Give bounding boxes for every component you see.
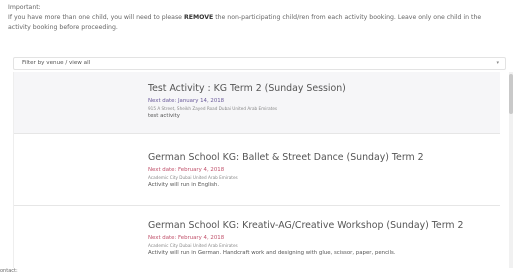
activity-title[interactable]: German School KG: Kreativ-AG/Creative Wo… xyxy=(148,220,463,231)
booking-notice: Important: If you have more than one chi… xyxy=(8,3,513,33)
activity-address: 915 A Street, Sheikh Zayed Road Dubai Un… xyxy=(148,106,278,111)
notice-line-1: If you have more than one child, you wil… xyxy=(8,13,513,23)
activity-list-scrollbar[interactable] xyxy=(509,72,513,268)
notice-line-1-prefix: If you have more than one child, you wil… xyxy=(8,14,182,21)
activity-item[interactable]: German School KG: Kreativ-AG/Creative Wo… xyxy=(14,206,500,268)
venue-filter-select[interactable]: Filter by venue / view all ▾ xyxy=(13,57,506,70)
activity-description: Activity will run in English. xyxy=(148,182,220,188)
venue-filter-value: Filter by venue / view all xyxy=(22,60,91,66)
notice-line-1-suffix: the non-participating child/ren from eac… xyxy=(215,14,482,21)
scrollbar-thumb[interactable] xyxy=(509,74,513,114)
activity-next-date: Next date: February 4, 2018 xyxy=(148,235,225,241)
notice-remove-emphasis: REMOVE xyxy=(183,14,214,21)
activity-address: Academic City Dubai United Arab Emirates xyxy=(148,175,238,180)
contact-label: ontact: xyxy=(0,268,18,274)
activity-title[interactable]: German School KG: Ballet & Street Dance … xyxy=(148,152,424,163)
chevron-down-icon: ▾ xyxy=(496,60,499,66)
notice-heading: Important: xyxy=(8,4,41,11)
activity-address: Academic City Dubai United Arab Emirates xyxy=(148,243,238,248)
activity-description: test activity xyxy=(148,113,180,119)
activity-list: Test Activity : KG Term 2 (Sunday Sessio… xyxy=(13,72,506,268)
activity-next-date: Next date: February 4, 2018 xyxy=(148,167,225,173)
activity-item[interactable]: Test Activity : KG Term 2 (Sunday Sessio… xyxy=(14,72,500,134)
activity-title[interactable]: Test Activity : KG Term 2 (Sunday Sessio… xyxy=(148,83,346,94)
notice-line-2: activity booking before proceeding. xyxy=(8,24,118,31)
activity-next-date: Next date: January 14, 2018 xyxy=(148,98,225,104)
activity-description: Activity will run in German. Handcraft w… xyxy=(148,250,396,256)
activity-item[interactable]: German School KG: Ballet & Street Dance … xyxy=(14,134,500,206)
